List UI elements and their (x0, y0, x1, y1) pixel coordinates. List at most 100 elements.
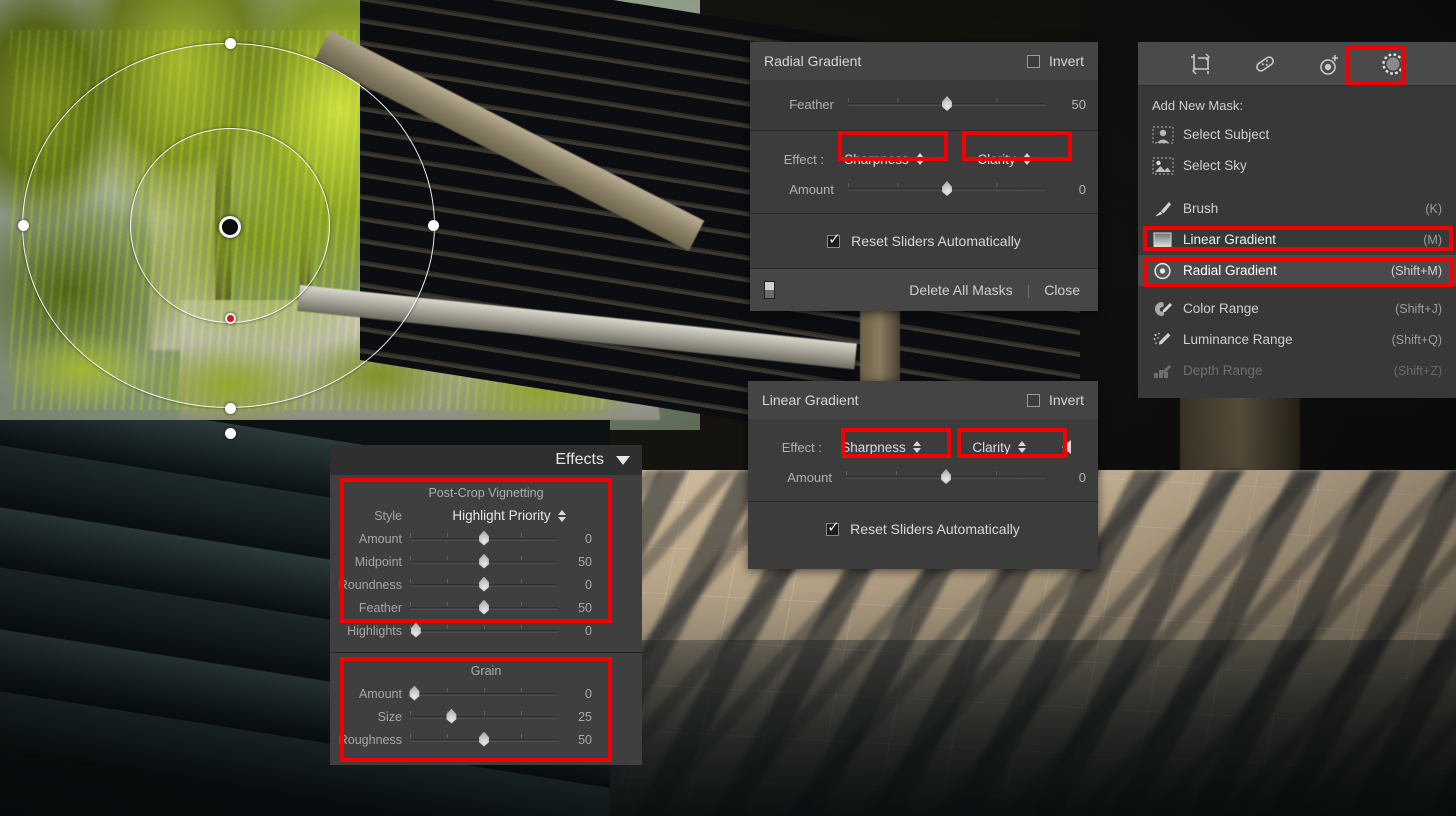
radial-amount-label: Amount (789, 181, 834, 197)
linear-effect-clarity-dropdown[interactable]: Clarity (940, 440, 1058, 455)
mask-item-label: Radial Gradient (1183, 263, 1277, 278)
radial-feather-slider[interactable] (848, 96, 1046, 111)
mask-item-radial-gradient[interactable]: Radial Gradient (Shift+M) (1138, 255, 1456, 286)
spot-removal-icon[interactable] (1250, 49, 1280, 79)
radial-reset-row[interactable]: Reset Sliders Automatically (750, 214, 1098, 268)
mask-item-label: Linear Gradient (1183, 232, 1277, 247)
linear-reset-checkbox[interactable] (826, 520, 840, 536)
grain-roughness-row: Roughness 50 (330, 728, 642, 751)
chevron-updown-icon (912, 441, 921, 453)
mask-item-label: Luminance Range (1183, 332, 1293, 347)
mask-item-select-subject[interactable]: Select Subject (1138, 119, 1456, 150)
chevron-updown-icon (557, 509, 566, 522)
vignette-style-row[interactable]: Style Highlight Priority (330, 504, 642, 527)
vignette-style-dropdown[interactable]: Highlight Priority (410, 508, 642, 523)
grain-size-row: Size 25 (330, 705, 642, 728)
radial-effect-section: Effect : Sharpness Clarity Amount 0 (750, 131, 1098, 213)
vignette-midpoint-slider[interactable] (410, 553, 558, 569)
linear-gradient-panel: Linear Gradient Invert Effect : Sharpnes… (748, 381, 1098, 569)
linear-amount-slider[interactable] (846, 469, 1046, 484)
vignette-roundness-value: 0 (585, 577, 592, 592)
vignette-midpoint-label: Midpoint (354, 554, 402, 569)
radial-feather-label: Feather (789, 96, 834, 112)
grain-size-slider[interactable] (410, 708, 558, 724)
radial-panel-footer: Delete All Masks | Close (750, 269, 1098, 311)
collapse-left-arrow-icon[interactable] (1062, 440, 1071, 454)
vignette-feather-slider[interactable] (410, 599, 558, 615)
vignette-roundness-slider[interactable] (410, 576, 558, 592)
vignette-midpoint-row: Midpoint 50 (330, 550, 642, 573)
triangle-down-icon[interactable] (616, 455, 630, 465)
grain-size-label: Size (377, 709, 402, 724)
sky-icon (1152, 156, 1174, 175)
linear-gradient-icon (1152, 231, 1174, 249)
develop-tool-strip (1138, 42, 1456, 86)
post-crop-vignetting-title: Post-Crop Vignetting (428, 486, 544, 500)
post-crop-vignetting-section: Post-Crop Vignetting Style Highlight Pri… (330, 475, 642, 652)
mask-item-shortcut: (Shift+J) (1395, 301, 1442, 316)
mask-item-linear-gradient[interactable]: Linear Gradient (M) (1138, 224, 1456, 255)
vignette-feather-label: Feather (358, 600, 402, 615)
grain-roughness-value: 50 (578, 732, 592, 747)
footer-divider: | (1026, 282, 1031, 298)
vignette-highlights-label: Highlights (347, 623, 402, 638)
radial-gradient-panel: Radial Gradient Invert Feather 50 Effect… (750, 42, 1098, 311)
radial-effect-clarity-label: Clarity (977, 151, 1016, 167)
mask-overlay-toggle[interactable] (764, 281, 775, 299)
luminance-range-icon (1152, 331, 1174, 349)
radial-effect-label: Effect : (783, 151, 824, 167)
mask-item-shortcut: (Shift+Z) (1393, 363, 1442, 378)
mask-item-brush[interactable]: Brush (K) (1138, 193, 1456, 224)
radial-effect-clarity-dropdown[interactable]: Clarity (944, 152, 1064, 167)
radial-amount-value: 0 (1078, 181, 1086, 197)
vignette-feather-row: Feather 50 (330, 596, 642, 619)
effects-panel-header[interactable]: Effects (330, 445, 642, 475)
linear-effect-label: Effect : (781, 439, 822, 455)
mask-item-select-sky[interactable]: Select Sky (1138, 150, 1456, 181)
linear-reset-row[interactable]: Reset Sliders Automatically (748, 502, 1098, 556)
linear-reset-label: Reset Sliders Automatically (850, 521, 1020, 537)
mask-list-divider (1138, 286, 1456, 293)
crop-overlay-icon[interactable] (1186, 49, 1216, 79)
radial-effect-sharpness-dropdown[interactable]: Sharpness (824, 152, 944, 167)
linear-invert-checkbox[interactable] (1026, 393, 1040, 407)
grain-roughness-slider[interactable] (410, 731, 558, 747)
vignette-style-label: Style (374, 508, 402, 523)
linear-effect-sharpness-dropdown[interactable]: Sharpness (822, 440, 940, 455)
close-button[interactable]: Close (1044, 282, 1084, 298)
vignette-highlights-value: 0 (585, 623, 592, 638)
radial-feather-section: Feather 50 (750, 80, 1098, 130)
grain-size-value: 25 (578, 709, 592, 724)
vignette-amount-label: Amount (358, 531, 402, 546)
vignette-amount-slider[interactable] (410, 530, 558, 546)
linear-amount-value: 0 (1078, 469, 1086, 485)
radial-gradient-icon (1152, 262, 1174, 280)
masking-icon[interactable] (1378, 49, 1408, 79)
effects-panel-title: Effects (555, 451, 604, 468)
radial-amount-slider[interactable] (848, 181, 1046, 196)
chevron-updown-icon (915, 153, 924, 165)
mask-item-label: Depth Range (1183, 363, 1263, 378)
radial-panel-header: Radial Gradient Invert (750, 42, 1098, 80)
mask-item-shortcut: (Shift+M) (1390, 263, 1442, 278)
vignette-style-value: Highlight Priority (452, 508, 551, 523)
delete-all-masks-button[interactable]: Delete All Masks (909, 282, 1012, 298)
mask-item-label: Brush (1183, 201, 1219, 216)
app-window: Radial Gradient Invert Feather 50 Effect… (0, 0, 1456, 816)
grain-roughness-label: Roughness (338, 732, 402, 747)
radial-reset-checkbox[interactable] (827, 232, 841, 248)
grain-section: Grain Amount 0 Size 25 Roughness 50 (330, 653, 642, 765)
grain-amount-slider[interactable] (409, 685, 558, 701)
red-eye-icon[interactable] (1314, 49, 1344, 79)
vignette-highlights-slider[interactable] (410, 622, 558, 638)
mask-item-luminance-range[interactable]: Luminance Range (Shift+Q) (1138, 324, 1456, 355)
linear-effect-section: Effect : Sharpness Clarity Amount 0 (748, 419, 1098, 501)
mask-item-color-range[interactable]: Color Range (Shift+J) (1138, 293, 1456, 324)
radial-reset-label: Reset Sliders Automatically (851, 233, 1021, 249)
vignette-amount-row: Amount 0 (330, 527, 642, 550)
chevron-updown-icon (1017, 441, 1026, 453)
grain-amount-row: Amount 0 (330, 682, 642, 705)
radial-invert-label: Invert (1048, 53, 1084, 69)
linear-amount-label: Amount (787, 469, 832, 485)
radial-invert-checkbox[interactable] (1026, 54, 1040, 68)
